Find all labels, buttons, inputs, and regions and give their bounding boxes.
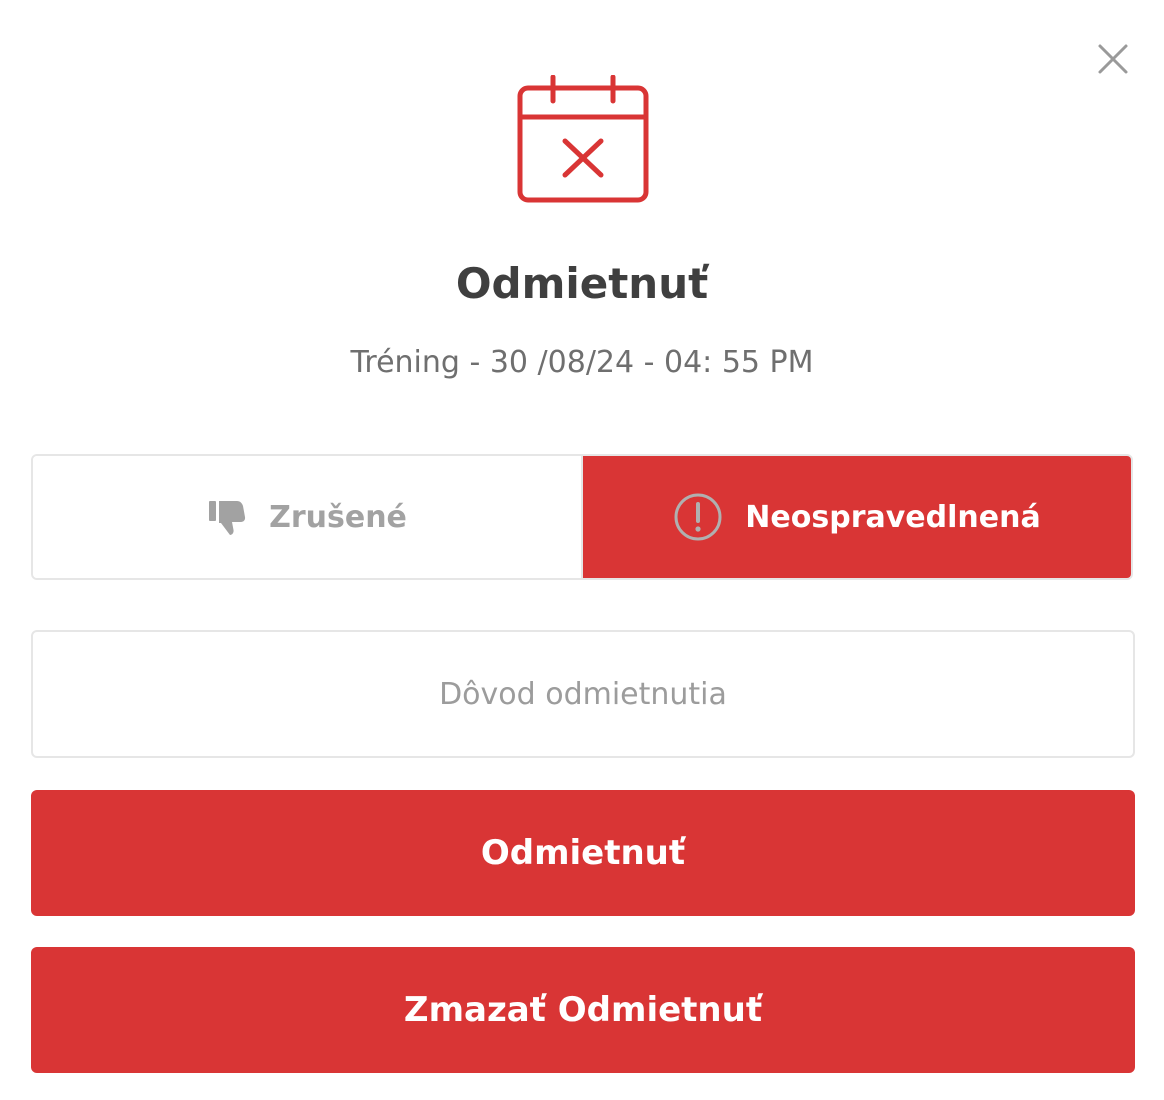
close-icon bbox=[1098, 44, 1128, 74]
decline-dialog: Odmietnuť Tréning - 30 /08/24 - 04: 55 P… bbox=[0, 0, 1164, 1100]
status-option-label: Zrušené bbox=[269, 499, 407, 535]
status-option-neospravedlnena[interactable]: Neospravedlnená bbox=[583, 456, 1131, 578]
dialog-title: Odmietnuť bbox=[455, 259, 709, 308]
calendar-x-icon bbox=[517, 75, 649, 203]
close-button[interactable] bbox=[1094, 40, 1132, 78]
status-selector: Zrušené Neospravedlnená bbox=[31, 454, 1133, 580]
exclamation-circle-icon bbox=[674, 493, 722, 541]
event-subtitle: Tréning - 30 /08/24 - 04: 55 PM bbox=[350, 345, 814, 380]
status-option-zrusene[interactable]: Zrušené bbox=[33, 456, 583, 578]
delete-rejection-button[interactable]: Zmazať Odmietnuť bbox=[31, 947, 1135, 1073]
thumbs-down-icon bbox=[209, 501, 246, 535]
reject-button[interactable]: Odmietnuť bbox=[31, 790, 1135, 916]
reason-input[interactable] bbox=[31, 630, 1135, 758]
status-option-label: Neospravedlnená bbox=[745, 499, 1041, 535]
